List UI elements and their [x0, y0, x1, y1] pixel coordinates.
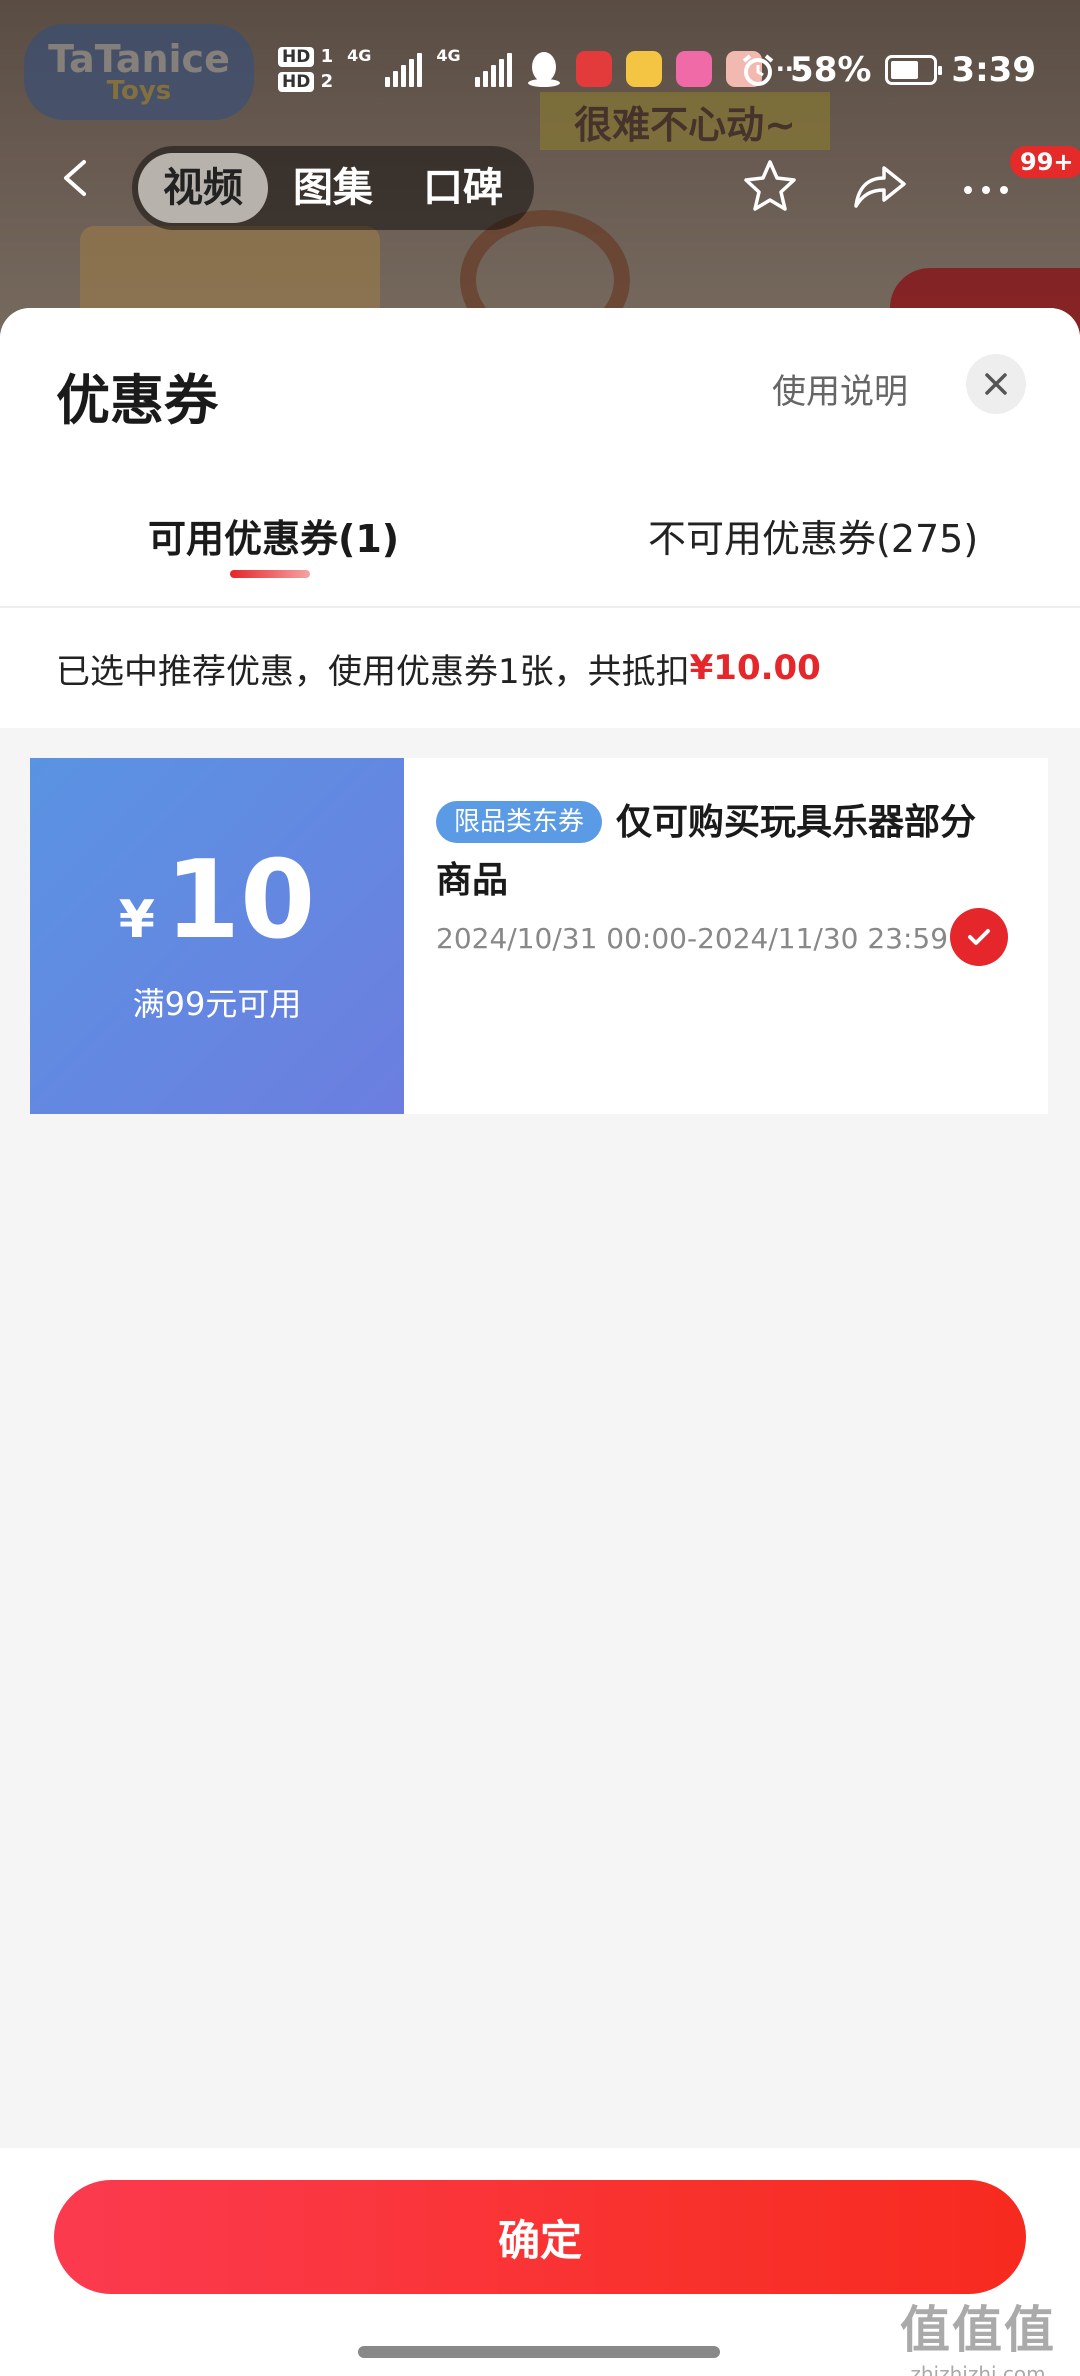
- close-button[interactable]: [966, 354, 1026, 414]
- usage-instructions-link[interactable]: 使用说明: [772, 364, 908, 413]
- watermark-url: zhizhizhi.com: [910, 2362, 1046, 2376]
- sheet-title: 优惠券: [56, 369, 218, 432]
- coupon-amount-value: 10: [164, 838, 316, 963]
- tab-video[interactable]: 视频: [138, 153, 268, 223]
- watermark: 值值值 zhizhizhi.com: [900, 2290, 1056, 2376]
- jd-app-icon: [575, 51, 612, 87]
- hd2-index: 2: [320, 71, 334, 92]
- coupon-sheet: 优惠券 使用说明 可用优惠券(1) 不可用优惠券(275) 已选中推荐优惠，使用…: [0, 308, 1080, 2376]
- coupon-title: 限品类东券 仅可购买玩具乐器部分商品: [436, 794, 996, 910]
- network-type-1: 4G: [347, 46, 372, 65]
- clock: 3:39: [951, 50, 1036, 90]
- status-right: 58% 3:39: [740, 50, 1036, 90]
- battery-icon: [885, 55, 943, 85]
- check-icon: [968, 929, 990, 945]
- watermark-logo: 值值值: [900, 2301, 1056, 2359]
- tab-reviews[interactable]: 口碑: [398, 153, 528, 223]
- hd1-index: 1: [320, 46, 334, 67]
- coupon-value-panel: ¥ 10 满99元可用: [22, 758, 404, 1114]
- share-icon[interactable]: [850, 156, 910, 216]
- coupon-details: 限品类东券 仅可购买玩具乐器部分商品 2024/10/31 00:00-2024/…: [404, 758, 1048, 1114]
- vip-app-icon: [675, 51, 712, 87]
- coupon-selected-checkbox[interactable]: [950, 908, 1008, 966]
- message-count-badge: 99+: [1010, 146, 1080, 178]
- status-bar: HD 1 HD 2 4G 4G ··· 58% 3:39: [0, 0, 1080, 150]
- media-tabs: 视频 图集 口碑: [132, 146, 534, 230]
- notice-text: 已选中推荐优惠，使用优惠券1张，共抵扣: [56, 651, 690, 692]
- tab-gallery[interactable]: 图集: [268, 153, 398, 223]
- close-icon: [985, 373, 1007, 395]
- currency-symbol: ¥: [118, 890, 155, 950]
- coupon-category-tag: 限品类东券: [436, 801, 603, 843]
- tab-unavailable-coupons[interactable]: 不可用优惠券(275): [648, 508, 978, 563]
- signal-icon-1: [385, 51, 423, 87]
- coupon-amount: ¥ 10: [119, 847, 315, 955]
- coupon-card[interactable]: ¥ 10 满99元可用 限品类东券 仅可购买玩具乐器部分商品 2024/10/31…: [22, 758, 1048, 1114]
- discount-amount: ¥10.00: [689, 648, 821, 688]
- alarm-icon: [742, 54, 774, 86]
- sheet-header: 优惠券 使用说明 可用优惠券(1) 不可用优惠券(275): [0, 308, 1080, 606]
- tab-available-coupons[interactable]: 可用优惠券(1): [148, 508, 399, 563]
- browser-app-icon: [625, 51, 662, 87]
- star-icon[interactable]: [740, 156, 800, 216]
- selection-notice: 已选中推荐优惠，使用优惠券1张，共抵扣 ¥10.00: [0, 608, 1080, 728]
- qq-icon: [527, 52, 560, 87]
- status-left: HD 1 HD 2 4G 4G ···: [278, 46, 803, 92]
- back-icon[interactable]: [56, 158, 96, 198]
- more-icon[interactable]: [956, 156, 1016, 216]
- signal-icon-2: [474, 51, 512, 87]
- confirm-button[interactable]: 确定: [54, 2180, 1026, 2294]
- home-indicator[interactable]: [358, 2346, 720, 2358]
- battery-percent: 58%: [790, 50, 872, 90]
- hd-indicators: HD 1 HD 2: [278, 46, 333, 92]
- hd2-label: HD: [278, 72, 315, 92]
- active-tab-indicator: [230, 570, 310, 578]
- network-type-2: 4G: [436, 46, 461, 65]
- hd1-label: HD: [278, 47, 315, 67]
- coupon-condition: 满99元可用: [132, 985, 302, 1023]
